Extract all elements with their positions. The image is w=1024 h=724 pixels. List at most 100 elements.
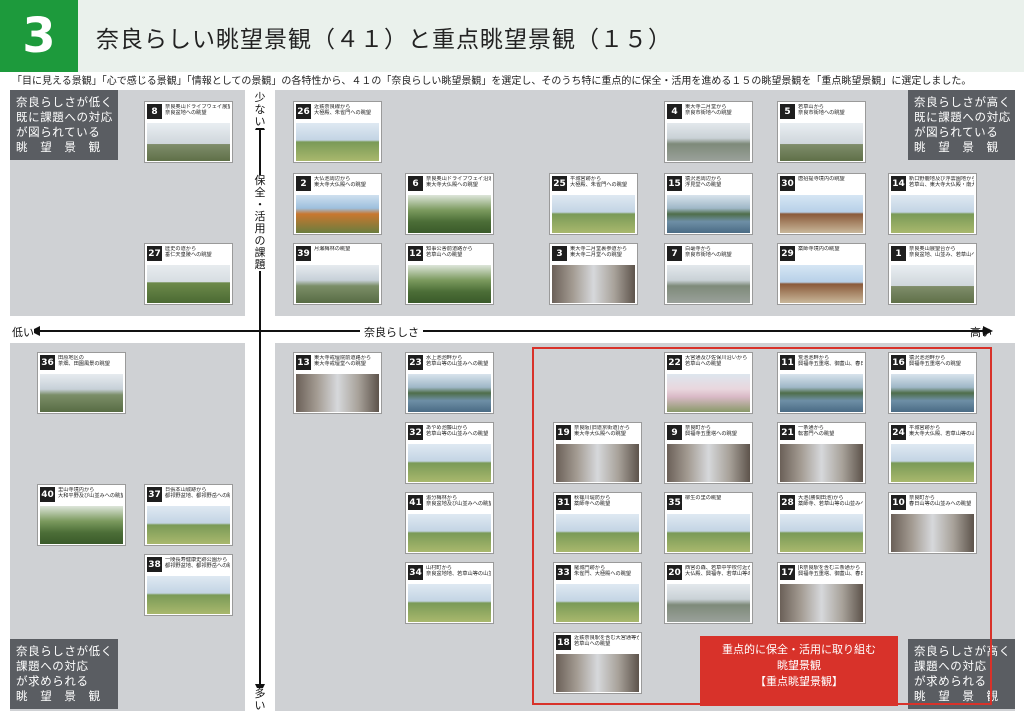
- card-caption: 田原地区の 茶畑、田園風景の眺望: [58, 355, 110, 367]
- card-header: 4 東大寺二月堂から 奈良市街地への眺望: [667, 104, 750, 121]
- card-header: 19 奈良阪(旧道京街道)から 東大寺大仏殿への眺望: [556, 425, 639, 442]
- card-caption: 柳生の里の眺望: [685, 495, 722, 501]
- card-header: 3 東大寺二月堂裏参道から 東大寺二月堂への眺望: [552, 246, 635, 263]
- card-header: 17JR奈良駅を含む三条通から 興福寺五重塔、御蓋山、春日山への眺望: [780, 565, 863, 582]
- card-photo: [667, 374, 750, 412]
- card-number: 20: [667, 565, 682, 580]
- card-number: 3: [552, 246, 567, 261]
- axis-right-label: 高い: [970, 326, 992, 339]
- card-number: 4: [667, 104, 682, 119]
- card-header: 13 東大寺戒壇院前道路から 東大寺戒壇堂への眺望: [296, 355, 379, 372]
- card-photo: [780, 265, 863, 303]
- card-caption: 近鉄奈良駅を含む大宮通等から 若草山への眺望: [574, 635, 639, 647]
- card-caption: 大宮通及び佐保川沿いから 若草山への眺望: [685, 355, 748, 367]
- card-caption: 日張本山城跡から 都祁野盆地、都祁野岳への眺望: [165, 487, 230, 499]
- viewpoint-card-30: 30 唐招提寺境内の眺望: [777, 173, 866, 235]
- card-header: 5 若草山から 奈良市街地への眺望: [780, 104, 863, 121]
- card-number: 12: [408, 246, 423, 261]
- card-photo: [667, 265, 750, 303]
- card-number: 32: [408, 425, 423, 440]
- card-photo: [408, 584, 491, 622]
- viewpoint-card-17: 17JR奈良駅を含む三条通から 興福寺五重塔、御蓋山、春日山への眺望: [777, 562, 866, 624]
- card-photo: [667, 444, 750, 482]
- axis-horizontal-label: 奈良らしさ: [360, 324, 423, 340]
- card-photo: [556, 444, 639, 482]
- viewpoint-card-29: 29 薬師寺境内の眺望: [777, 243, 866, 305]
- card-photo: [667, 123, 750, 161]
- viewpoint-card-14: 14新口野鹿地及び浮雲園地から 若草山、東大寺大仏殿・南大門への眺望: [888, 173, 977, 235]
- axis-top-text: 少 な い: [254, 91, 266, 128]
- card-number: 16: [891, 355, 906, 370]
- card-number: 21: [780, 425, 795, 440]
- card-header: 26 近鉄奈良線から 大極殿、朱雀門への眺望: [296, 104, 379, 121]
- axis-vertical-label: 保 全 ・ 活 用 の 課 題: [253, 174, 267, 271]
- card-photo: [408, 514, 491, 552]
- card-number: 24: [891, 425, 906, 440]
- card-header: 27 歴史の道から 垂仁天皇陵への眺望: [147, 246, 230, 263]
- card-number: 39: [296, 246, 311, 261]
- card-number: 15: [667, 176, 682, 191]
- card-photo: [780, 444, 863, 482]
- card-number: 29: [780, 246, 795, 261]
- viewpoint-card-6: 6奈良奥山ドライブウェイ沿道（鶯の滝付近）から 東大寺大仏殿への眺望: [405, 173, 494, 235]
- viewpoint-card-35: 35 柳生の里の眺望: [664, 492, 753, 554]
- card-number: 2: [296, 176, 311, 191]
- card-caption: 羅城門跡から 朱雀門、大極殿への眺望: [574, 565, 632, 577]
- viewpoint-card-15: 15 猿沢池周辺から 浮見堂への眺望: [664, 173, 753, 235]
- card-caption: 秋篠川堤防から 薬師寺への眺望: [574, 495, 611, 507]
- card-number: 5: [780, 104, 795, 119]
- card-header: 28大池(勝間田池)から 薬師寺、若草山等の山並みへの眺望: [780, 495, 863, 512]
- viewpoint-card-27: 27 歴史の道から 垂仁天皇陵への眺望: [144, 243, 233, 305]
- card-photo: [552, 195, 635, 233]
- viewpoint-card-11: 11荒池池畔から 興福寺五重塔、御蓋山、春日山への眺望: [777, 352, 866, 414]
- viewpoint-card-26: 26 近鉄奈良線から 大極殿、朱雀門への眺望: [293, 101, 382, 163]
- card-number: 34: [408, 565, 423, 580]
- card-header: 38一陵長寿健康史跡公園から 都祁野盆地、都祁野岳への眺望: [147, 557, 230, 574]
- card-photo: [667, 195, 750, 233]
- card-header: 22 大宮通及び佐保川沿いから 若草山への眺望: [667, 355, 750, 372]
- card-number: 8: [147, 104, 162, 119]
- card-photo: [296, 195, 379, 233]
- card-photo: [147, 123, 230, 161]
- card-header: 11荒池池畔から 興福寺五重塔、御蓋山、春日山への眺望: [780, 355, 863, 372]
- card-caption: 知事公舎前道路から 若草山への眺望: [426, 246, 473, 258]
- viewpoint-card-36: 36 田原地区の 茶畑、田園風景の眺望: [37, 352, 126, 414]
- card-photo: [891, 195, 974, 233]
- card-header: 30 唐招提寺境内の眺望: [780, 176, 863, 193]
- card-photo: [780, 195, 863, 233]
- card-caption: 猿沢池周辺から 浮見堂への眺望: [685, 176, 722, 188]
- card-header: 32 あやめ池藤山から 若草山等の山並みへの眺望: [408, 425, 491, 442]
- axis-left-label: 低い: [12, 324, 34, 340]
- card-caption: 近鉄奈良線から 大極殿、朱雀門への眺望: [314, 104, 372, 116]
- card-caption: 西宮の森、若草中学校付近から 大仏殿、興福寺、若草山等の山並みへの眺望: [685, 565, 750, 577]
- viewpoint-card-19: 19 奈良阪(旧道京街道)から 東大寺大仏殿への眺望: [553, 422, 642, 484]
- viewpoint-card-25: 25 平城宮跡から 大極殿、朱雀門への眺望: [549, 173, 638, 235]
- card-caption: 白毫寺から 奈良市街地への眺望: [685, 246, 732, 258]
- viewpoint-card-33: 33 羅城門跡から 朱雀門、大極殿への眺望: [553, 562, 642, 624]
- card-header: 35 柳生の里の眺望: [667, 495, 750, 512]
- card-photo: [147, 576, 230, 614]
- card-caption: 山村町から 奈良盆地地、若草山等の山並みへの眺望: [426, 565, 491, 577]
- card-caption: 里山寺境内から 大和平野及び山並みへの眺望: [58, 487, 123, 499]
- card-number: 19: [556, 425, 571, 440]
- viewpoint-card-37: 37日張本山城跡から 都祁野盆地、都祁野岳への眺望: [144, 484, 233, 546]
- card-caption: 東大寺二月堂裏参道から 東大寺二月堂への眺望: [570, 246, 628, 258]
- card-caption: 荒池池畔から 興福寺五重塔、御蓋山、春日山への眺望: [798, 355, 863, 367]
- card-header: 9 奈良町から 興福寺五重塔への眺望: [667, 425, 750, 442]
- card-photo: [780, 123, 863, 161]
- card-photo: [667, 514, 750, 552]
- card-number: 17: [780, 565, 795, 580]
- card-number: 1: [891, 246, 906, 261]
- viewpoint-card-10: 10 奈良町から 春日山等の山並みへの眺望: [888, 492, 977, 554]
- viewpoint-card-4: 4 東大寺二月堂から 奈良市街地への眺望: [664, 101, 753, 163]
- card-photo: [780, 584, 863, 622]
- card-header: 7 白毫寺から 奈良市街地への眺望: [667, 246, 750, 263]
- viewpoint-card-2: 2 大仏池周辺から 東大寺大仏殿への眺望: [293, 173, 382, 235]
- viewpoint-card-23: 23 水上池池畔から 若草山等の山並みへの眺望: [405, 352, 494, 414]
- card-caption: 猿沢池池畔から 興福寺五重塔への眺望: [909, 355, 961, 367]
- card-number: 37: [147, 487, 162, 502]
- viewpoint-card-18: 18近鉄奈良駅を含む大宮通等から 若草山への眺望: [553, 632, 642, 694]
- viewpoint-card-34: 34山村町から 奈良盆地地、若草山等の山並みへの眺望: [405, 562, 494, 624]
- card-caption: 歴史の道から 垂仁天皇陵への眺望: [165, 246, 212, 258]
- card-caption: 奈良阪(旧道京街道)から 東大寺大仏殿への眺望: [574, 425, 630, 437]
